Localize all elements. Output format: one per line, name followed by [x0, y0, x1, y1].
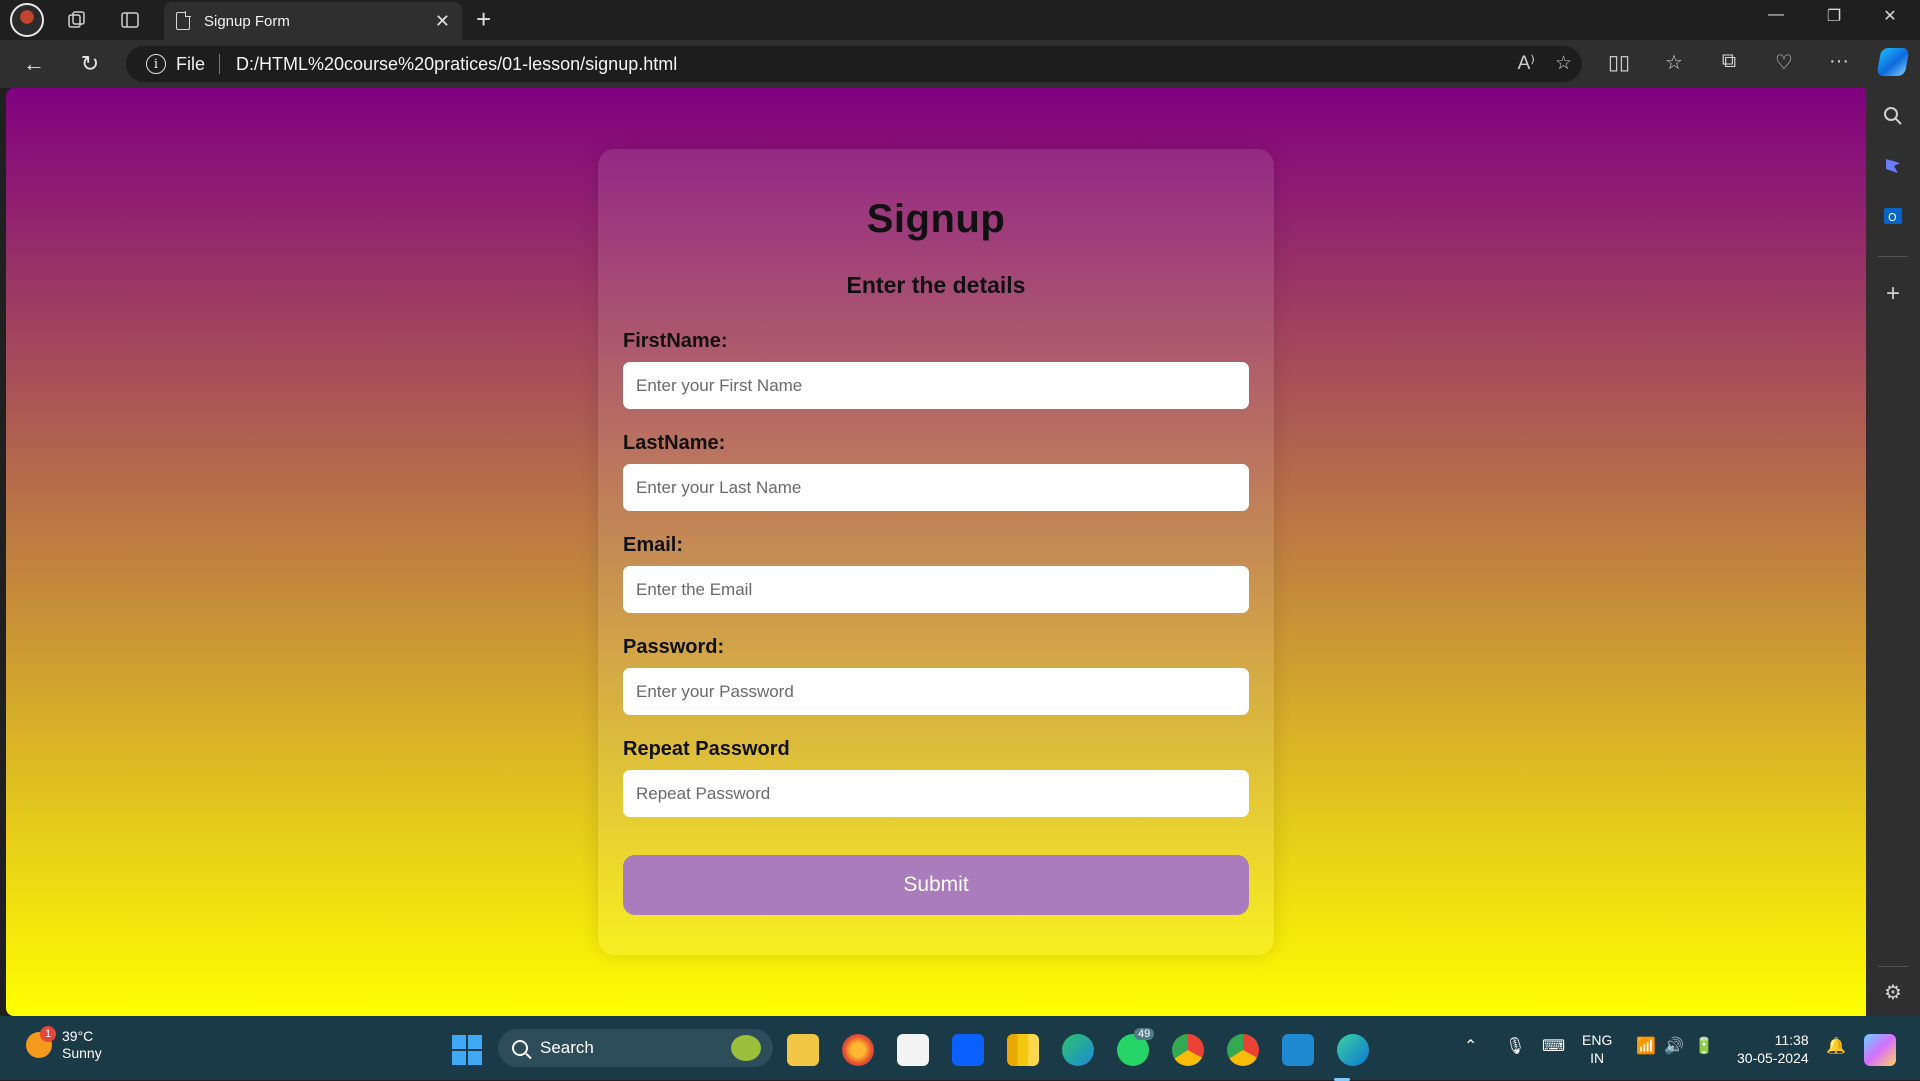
weather-temp: 39°C	[62, 1028, 94, 1044]
page-icon	[176, 11, 191, 30]
submit-button[interactable]: Submit	[623, 855, 1249, 915]
first-name-input[interactable]	[623, 362, 1249, 409]
info-icon[interactable]: i	[146, 54, 166, 74]
repeat-password-label: Repeat Password	[623, 738, 790, 760]
language-indicator[interactable]: ENG IN	[1582, 1031, 1612, 1067]
firefox-icon[interactable]	[842, 1034, 874, 1066]
taskbar-search[interactable]: Search	[498, 1029, 773, 1067]
svg-text:O: O	[1888, 211, 1897, 224]
new-tab-icon[interactable]: +	[476, 4, 491, 35]
show-hidden-icons[interactable]: ⌃	[1464, 1036, 1477, 1056]
minimize-icon[interactable]: —	[1748, 6, 1804, 24]
weather-badge: 1	[40, 1026, 56, 1042]
profile-avatar[interactable]	[10, 3, 44, 37]
dropbox-icon[interactable]	[952, 1034, 984, 1066]
address-bar[interactable]: i File D:/HTML%20course%20pratices/01-le…	[126, 46, 1582, 82]
search-highlight-icon	[731, 1035, 761, 1061]
edge-icon[interactable]	[1337, 1034, 1369, 1066]
clock-time: 11:38	[1774, 1032, 1809, 1048]
first-name-label: FirstName:	[623, 330, 728, 352]
close-window-icon[interactable]: ✕	[1862, 6, 1918, 26]
file-explorer-icon[interactable]	[787, 1034, 819, 1066]
clock-date: 30-05-2024	[1737, 1050, 1809, 1066]
notification-bell-icon[interactable]: 🔔	[1826, 1036, 1846, 1056]
search-icon[interactable]	[1879, 102, 1907, 130]
collections-icon[interactable]: ⧉	[1714, 50, 1744, 73]
browser-essentials-icon[interactable]: ♡	[1769, 50, 1799, 75]
email-group: Email:	[623, 533, 1249, 613]
scheme-label: File	[176, 53, 206, 74]
refresh-icon[interactable]: ↻	[72, 48, 108, 80]
clock[interactable]: 11:38 30-05-2024	[1737, 1031, 1809, 1067]
form-subtitle: Enter the details	[846, 272, 1026, 298]
volume-icon[interactable]: 🔊	[1664, 1036, 1684, 1056]
tab-actions-icon[interactable]	[114, 6, 146, 34]
windows-taskbar: 1 39°C Sunny Search 49 ⌃ 🎙 ⌨ ENG IN 📶 🔊 …	[0, 1016, 1920, 1081]
form-title: Signup	[866, 197, 1006, 241]
favorite-star-icon[interactable]: ☆	[1555, 52, 1572, 75]
language-line2: IN	[1590, 1050, 1605, 1066]
sidebar-divider	[1878, 256, 1908, 257]
chrome-profile-icon[interactable]	[1227, 1034, 1259, 1066]
copilot-preview-icon[interactable]	[1864, 1034, 1896, 1066]
power-bi-icon[interactable]	[1007, 1034, 1039, 1066]
last-name-input[interactable]	[623, 464, 1249, 511]
email-label: Email:	[623, 534, 684, 556]
edge-dev-icon[interactable]	[1062, 1034, 1094, 1066]
microphone-icon[interactable]: 🎙	[1505, 1036, 1525, 1056]
password-group: Password:	[623, 635, 1249, 715]
settings-gear-icon[interactable]: ⚙	[1879, 978, 1907, 1006]
whatsapp-badge: 49	[1134, 1028, 1155, 1040]
back-icon[interactable]: ←	[16, 48, 52, 80]
split-screen-icon[interactable]: ▯▯	[1604, 50, 1634, 75]
keyboard-icon[interactable]: ⌨	[1542, 1036, 1565, 1056]
tab-title: Signup Form	[204, 12, 290, 30]
weather-widget[interactable]: 1 39°C Sunny	[26, 1026, 102, 1062]
close-tab-icon[interactable]: ✕	[435, 11, 450, 32]
language-line1: ENG	[1582, 1032, 1613, 1048]
title-bar: Signup Form ✕ + — ❐ ✕	[0, 0, 1920, 40]
last-name-label: LastName:	[623, 432, 726, 454]
repeat-password-input[interactable]	[623, 770, 1249, 817]
edge-sidebar: O + ⚙	[1866, 88, 1920, 1016]
browser-toolbar: ← ↻ i File D:/HTML%20course%20pratices/0…	[0, 40, 1920, 88]
battery-icon[interactable]: 🔋	[1694, 1036, 1714, 1056]
add-sidebar-app-icon[interactable]: +	[1879, 280, 1907, 308]
start-windows-icon[interactable]	[452, 1035, 482, 1065]
tab-signup-form[interactable]: Signup Form ✕	[164, 2, 462, 40]
favorites-icon[interactable]: ☆	[1659, 50, 1689, 75]
search-label: Search	[540, 1038, 594, 1057]
microsoft-store-icon[interactable]	[897, 1034, 929, 1066]
designer-icon[interactable]	[1879, 152, 1907, 180]
vscode-icon[interactable]	[1282, 1034, 1314, 1066]
chrome-icon[interactable]	[1172, 1034, 1204, 1066]
workspaces-icon[interactable]	[61, 6, 93, 34]
password-input[interactable]	[623, 668, 1249, 715]
last-name-group: LastName:	[623, 431, 1249, 511]
search-icon	[512, 1040, 528, 1056]
restore-icon[interactable]: ❐	[1806, 6, 1862, 26]
divider	[219, 54, 221, 74]
copilot-icon[interactable]	[1876, 48, 1910, 76]
weather-condition: Sunny	[62, 1045, 102, 1061]
wifi-icon[interactable]: 📶	[1636, 1036, 1656, 1056]
read-aloud-icon[interactable]: A⁾	[1518, 52, 1535, 75]
outlook-icon[interactable]: O	[1879, 202, 1907, 230]
password-label: Password:	[623, 636, 725, 658]
first-name-group: FirstName:	[623, 329, 1249, 409]
email-input[interactable]	[623, 566, 1249, 613]
sidebar-divider	[1878, 966, 1908, 967]
sun-icon: 1	[26, 1026, 56, 1058]
repeat-password-group: Repeat Password	[623, 737, 1249, 817]
page-viewport: Signup Enter the details FirstName: Last…	[6, 88, 1866, 1016]
more-options-icon[interactable]: ···	[1824, 50, 1854, 73]
signup-form: Signup Enter the details FirstName: Last…	[598, 149, 1274, 955]
url-text[interactable]: D:/HTML%20course%20pratices/01-lesson/si…	[236, 54, 677, 75]
